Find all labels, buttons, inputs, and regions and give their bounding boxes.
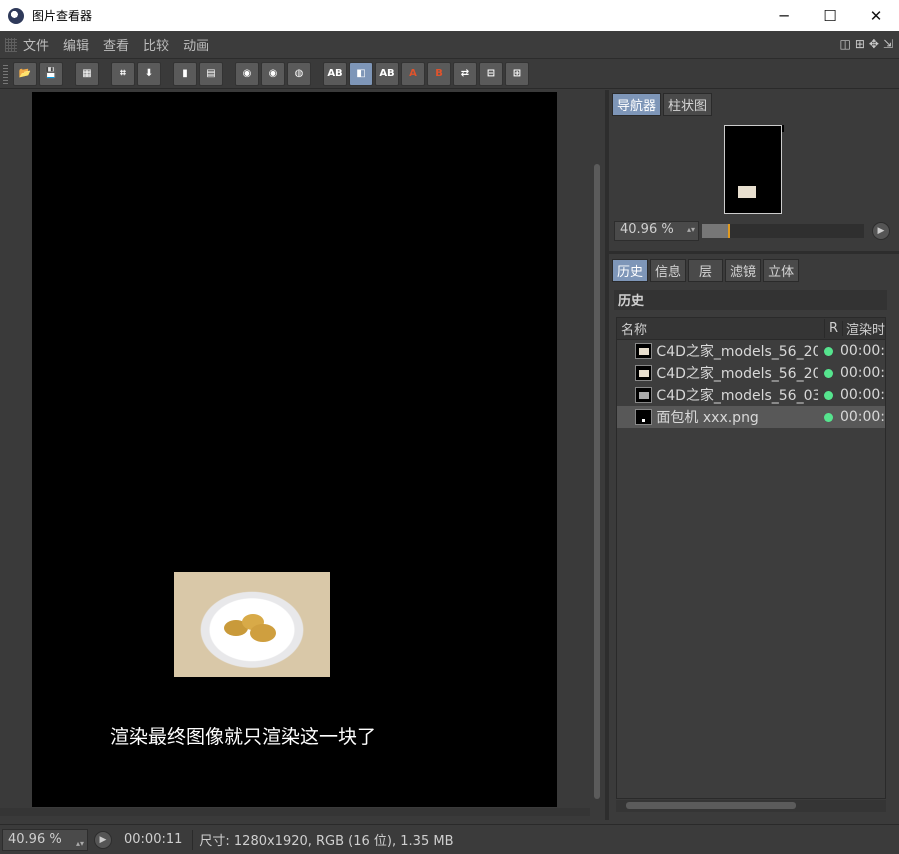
- render-canvas: 渲染最终图像就只渲染这一块了: [32, 92, 557, 807]
- right-panel: 导航器 柱状图 40.96 % ▴▾ ▶ 历史 信息 层 滤镜 立体 历史 名称…: [609, 90, 899, 820]
- render-time: 00:00:11: [124, 832, 183, 847]
- split-h-icon[interactable]: ⊟: [479, 61, 503, 86]
- status-dot: [824, 412, 833, 422]
- expand-icon[interactable]: ⇲: [883, 37, 893, 51]
- history-table: 名称 R 渲染时 C4D之家_models_56_20 * 00:00: C4D…: [616, 317, 886, 799]
- view-region2-icon[interactable]: ◉: [261, 61, 285, 86]
- menu-file[interactable]: 文件: [23, 35, 49, 54]
- rendered-region-image: [174, 572, 330, 677]
- set-b-icon[interactable]: B: [427, 61, 451, 86]
- split-v-icon[interactable]: ⊞: [505, 61, 529, 86]
- menu-view[interactable]: 查看: [103, 35, 129, 54]
- new-panel-icon[interactable]: ⊞: [855, 37, 865, 51]
- image-thumb-icon: [635, 365, 653, 381]
- save-icon[interactable]: 💾: [39, 61, 63, 86]
- toolbar-grip-icon: [3, 63, 8, 84]
- tab-history[interactable]: 历史: [612, 259, 649, 282]
- table-row[interactable]: 面包机 xxx.png 00:00:: [617, 406, 885, 428]
- tab-navigator[interactable]: 导航器: [612, 93, 662, 116]
- table-row[interactable]: C4D之家_models_56_20 * 00:00:: [617, 362, 885, 384]
- open-icon[interactable]: 📂: [13, 61, 37, 86]
- image-thumb-icon: [635, 343, 653, 359]
- vertical-scrollbar[interactable]: [593, 92, 601, 807]
- swap-icon[interactable]: ⇄: [453, 61, 477, 86]
- tab-filters[interactable]: 滤镜: [725, 259, 762, 282]
- image-viewport[interactable]: 渲染最终图像就只渲染这一块了: [0, 90, 605, 820]
- history-horizontal-scrollbar[interactable]: [616, 800, 886, 812]
- tab-stereo[interactable]: 立体: [763, 259, 800, 282]
- navigator-zoom-row: 40.96 % ▴▾ ▶: [614, 220, 894, 242]
- set-a-icon[interactable]: A: [401, 61, 425, 86]
- toolbar: 📂 💾 ▦ ⌗ ⬇ ▮ ▤ ◉ ◉ ◍ AB ◧ AB A B ⇄ ⊟ ⊞: [0, 59, 899, 89]
- app-icon: [8, 7, 24, 24]
- size-icon[interactable]: ▦: [75, 61, 99, 86]
- navigator-zoom-field[interactable]: 40.96 % ▴▾: [614, 221, 699, 241]
- history-tabs: 历史 信息 层 滤镜 立体: [612, 259, 801, 282]
- play-icon[interactable]: ▶: [872, 222, 890, 240]
- navigator-tabs: 导航器 柱状图: [612, 93, 899, 116]
- horizontal-scrollbar[interactable]: [0, 808, 590, 816]
- status-dot: [824, 346, 833, 356]
- table-row[interactable]: C4D之家_models_56_20 * 00:00:: [617, 340, 885, 362]
- column-render-time[interactable]: 渲染时: [843, 319, 885, 338]
- spin-icon[interactable]: ▴▾: [76, 834, 84, 854]
- menu-animation[interactable]: 动画: [183, 35, 209, 54]
- delete-icon[interactable]: ▮: [173, 61, 197, 86]
- status-zoom-field[interactable]: 40.96 % ▴▾: [2, 828, 88, 854]
- layout-icon[interactable]: ◫: [839, 37, 850, 51]
- title-bar: 图片查看器 ─ ☐ ✕: [0, 0, 899, 31]
- image-info: 尺寸: 1280x1920, RGB (16 位), 1.35 MB: [199, 834, 454, 849]
- spin-icon[interactable]: ▴▾: [687, 225, 695, 234]
- maximize-button[interactable]: ☐: [807, 0, 853, 31]
- play-icon[interactable]: ▶: [94, 830, 112, 849]
- window-title: 图片查看器: [32, 9, 93, 23]
- tab-histogram[interactable]: 柱状图: [663, 93, 713, 116]
- export-icon[interactable]: ⬇: [137, 61, 161, 86]
- image-thumb-icon: [635, 387, 653, 403]
- ab-diff-icon[interactable]: AB: [375, 61, 399, 86]
- column-name[interactable]: 名称: [617, 319, 825, 338]
- history-section-title: 历史: [614, 290, 887, 310]
- status-dot: [824, 368, 833, 378]
- crop-icon[interactable]: ⌗: [111, 61, 135, 86]
- menu-bar: 文件 编辑 查看 比较 动画 ◫ ⊞ ✥ ⇲: [0, 31, 899, 59]
- status-bar: 40.96 % ▴▾ ▶ 00:00:11 尺寸: 1280x1920, RGB…: [0, 824, 899, 854]
- menu-edit[interactable]: 编辑: [63, 35, 89, 54]
- menu-compare[interactable]: 比较: [143, 35, 169, 54]
- ab-compare-icon[interactable]: AB: [323, 61, 347, 86]
- tab-layers[interactable]: 层: [688, 259, 724, 282]
- menu-grip-icon: [5, 37, 17, 52]
- ab-split-icon[interactable]: ◧: [349, 61, 373, 86]
- delete-all-icon[interactable]: ▤: [199, 61, 223, 86]
- canvas-caption: 渲染最终图像就只渲染这一块了: [110, 726, 377, 748]
- tab-info[interactable]: 信息: [650, 259, 687, 282]
- image-thumb-icon: [635, 409, 653, 425]
- move-icon[interactable]: ✥: [869, 37, 879, 51]
- close-button[interactable]: ✕: [853, 0, 899, 31]
- view-region-icon[interactable]: ◉: [235, 61, 259, 86]
- history-table-header: 名称 R 渲染时: [617, 318, 885, 340]
- channels-icon[interactable]: ◍: [287, 61, 311, 86]
- zoom-slider[interactable]: [702, 224, 864, 238]
- minimize-button[interactable]: ─: [761, 0, 807, 31]
- status-dot: [824, 390, 833, 400]
- navigator-thumbnail[interactable]: [724, 125, 782, 214]
- table-row[interactable]: C4D之家_models_56_03 * 00:00:: [617, 384, 885, 406]
- column-r[interactable]: R: [825, 321, 843, 336]
